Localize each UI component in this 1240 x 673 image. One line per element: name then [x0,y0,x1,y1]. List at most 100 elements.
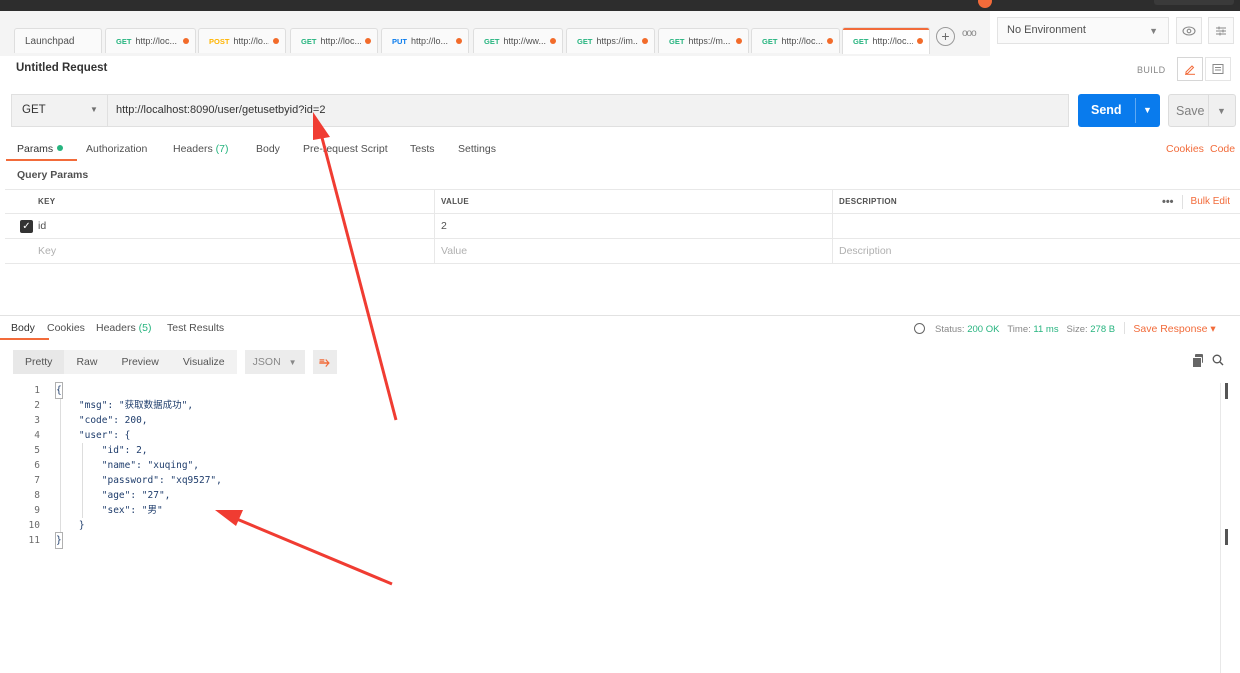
save-label: Save [1176,104,1205,118]
table-row: ✓ id 2 [5,214,1240,239]
code-line: 11} [28,532,63,549]
tab-method: PUT [392,36,407,46]
tab-tests[interactable]: Tests [410,143,435,155]
code-line: 1{ [34,382,63,399]
request-tab[interactable]: GET https://m... [658,28,749,53]
url-bar: GET ▼ http://localhost:8090/user/getuset… [11,94,1069,127]
tab-url: http://loc... [135,36,177,46]
time-value[interactable]: 11 ms [1033,324,1058,335]
param-key[interactable]: id [32,214,434,238]
request-tab-active[interactable]: GET http://loc... [842,27,930,54]
method-select[interactable]: GET ▼ [12,95,108,126]
request-tab[interactable]: GET http://loc... [751,28,840,53]
more-tabs-icon[interactable]: ooo [962,28,977,39]
environment-selected: No Environment [1007,24,1086,36]
tab-label: Launchpad [25,35,75,47]
unsaved-dot-icon [917,38,923,44]
request-tab[interactable]: GET https://im... [566,28,655,53]
status-value[interactable]: 200 OK [967,324,999,335]
view-pretty[interactable]: Pretty [13,350,65,374]
save-options-chevron-icon[interactable]: ▼ [1217,106,1226,116]
tab-settings[interactable]: Settings [458,143,496,155]
tab-url: http://loc... [320,36,361,46]
tab-authorization[interactable]: Authorization [86,143,147,155]
search-icon[interactable] [1212,354,1224,366]
globe-icon[interactable] [914,323,925,334]
sliders-icon [1216,26,1226,35]
response-body-editor[interactable]: 1{ 2 "msg": "获取数据成功", 3 "code": 200, 4 "… [0,382,1220,549]
response-tab-body[interactable]: Body [0,322,49,340]
save-response-button[interactable]: Save Response ▾ [1133,323,1215,335]
notification-dot-icon[interactable] [978,0,992,8]
send-options-chevron-icon[interactable]: ▼ [1143,105,1152,115]
size-value[interactable]: 278 B [1090,324,1115,335]
tab-method: GET [116,36,132,46]
request-tab[interactable]: GET http://ww... [473,28,563,53]
tab-launchpad[interactable]: Launchpad [14,28,102,53]
code-line: 10 } [28,520,85,531]
tab-params[interactable]: Params [5,143,78,161]
request-tab-bar: Launchpad GET http://loc... POST http://… [0,11,990,56]
request-title[interactable]: Untitled Request [16,62,107,74]
wrap-lines-icon[interactable]: ⥱ [312,350,337,374]
tab-method: GET [669,36,685,46]
send-button[interactable]: Send ▼ [1078,94,1160,127]
tab-url: http://lo... [233,36,269,46]
request-tab[interactable]: GET http://loc... [290,28,378,53]
copy-icon[interactable] [1192,354,1203,368]
build-mode-label: BUILD [1137,65,1166,75]
tab-prerequest-script[interactable]: Pre-request Script [303,143,388,155]
new-description-input[interactable]: Description [832,239,1240,263]
tab-body[interactable]: Body [256,143,280,155]
documentation-button[interactable] [1205,57,1231,81]
unsaved-dot-icon [736,38,742,44]
request-tab[interactable]: POST http://lo... [198,28,286,53]
active-dot-icon [57,145,64,151]
edit-request-button[interactable] [1177,57,1203,81]
tab-url: http://ww... [503,36,546,46]
response-tab-headers[interactable]: Headers (5) [96,322,151,334]
more-options-icon[interactable]: ••• [1162,196,1174,208]
response-status-bar: Status: 200 OK Time: 11 ms Size: 278 B S… [914,322,1216,335]
response-tab-cookies[interactable]: Cookies [47,322,85,334]
tab-method: GET [853,36,869,46]
save-button[interactable]: Save ▼ [1168,94,1236,127]
view-visualize[interactable]: Visualize [170,350,237,374]
account-pill[interactable] [1154,0,1234,5]
unsaved-dot-icon [183,38,189,44]
cookies-link[interactable]: Cookies [1166,143,1204,155]
scrollbar-thumb[interactable] [1225,529,1228,545]
manage-environments-button[interactable] [1208,17,1234,44]
eye-icon [1182,25,1196,36]
tab-headers[interactable]: Headers (7) [173,143,228,155]
pane-divider[interactable] [0,315,1240,316]
request-tab[interactable]: GET http://loc... [105,28,196,53]
tab-url: http://loc... [872,36,913,46]
unsaved-dot-icon [273,38,279,44]
view-raw[interactable]: Raw [64,350,110,374]
tab-url: https://im... [596,36,638,46]
environment-quick-look-button[interactable] [1176,17,1202,44]
code-line: 4 "user": { [34,430,131,441]
view-preview[interactable]: Preview [109,350,171,374]
bulk-edit-button[interactable]: Bulk Edit [1191,196,1230,207]
scrollbar-thumb[interactable] [1225,383,1228,399]
new-key-input[interactable]: Key [32,239,434,263]
param-value[interactable]: 2 [434,214,832,238]
response-tab-test-results[interactable]: Test Results [167,322,224,334]
unsaved-dot-icon [827,38,833,44]
format-select[interactable]: JSON ▼ [244,350,305,374]
tab-method: GET [577,36,593,46]
table-row-new: Key Value Description [5,239,1240,264]
column-key: KEY [38,197,56,206]
code-line: 2 "msg": "获取数据成功", [34,400,194,411]
code-line: 8 "age": "27", [34,490,171,501]
new-tab-plus-icon[interactable]: + [936,27,955,46]
request-tab[interactable]: PUT http://lo... [381,28,469,53]
param-description[interactable] [832,214,1240,238]
code-link[interactable]: Code [1210,143,1235,155]
url-input[interactable]: http://localhost:8090/user/getusetbyid?i… [116,104,325,116]
tab-method: GET [762,36,778,46]
new-value-input[interactable]: Value [434,239,832,263]
environment-select[interactable]: No Environment ▼ [997,17,1169,44]
